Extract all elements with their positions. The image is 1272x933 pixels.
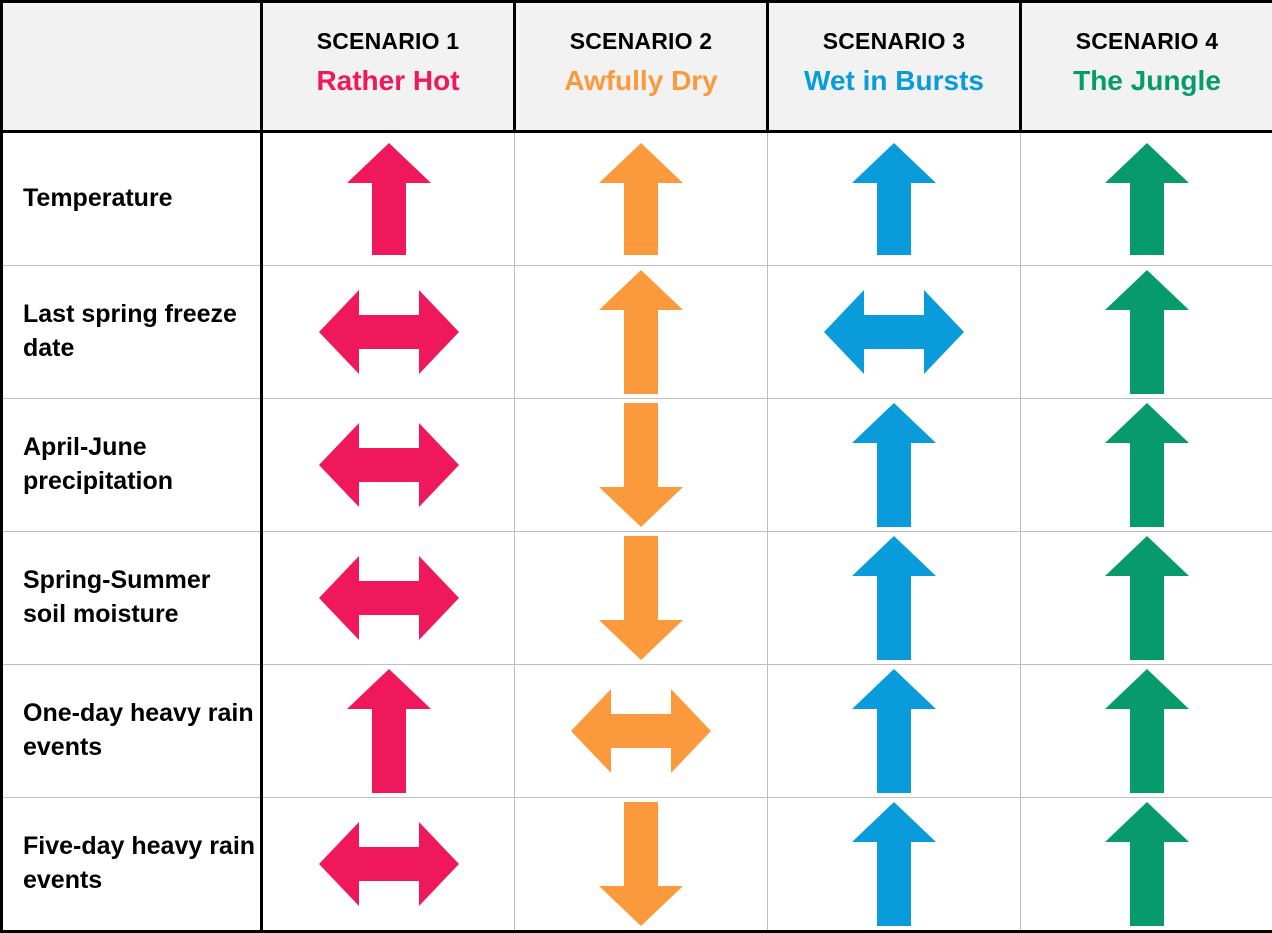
scenario-name-2: Awfully Dry (522, 60, 760, 102)
arrow-left-right-icon (263, 798, 514, 930)
corner-cell (2, 2, 262, 132)
scenario-comparison-table: SCENARIO 1 Rather Hot SCENARIO 2 Awfully… (0, 0, 1272, 933)
scenario-name-3: Wet in Bursts (775, 60, 1013, 102)
scenario-number-3: SCENARIO 3 (775, 25, 1013, 58)
cell-r1-c4 (1021, 132, 1272, 266)
cell-r2-c2 (515, 266, 768, 399)
arrow-up-icon (263, 665, 514, 797)
arrow-up-icon (1021, 665, 1272, 797)
cell-r6-c4 (1021, 798, 1272, 932)
arrow-up-icon (768, 532, 1020, 664)
arrow-up-icon (1021, 133, 1272, 265)
table-row: One-day heavy rain events (2, 665, 1272, 798)
arrow-up-icon (768, 399, 1020, 531)
arrow-down-icon (515, 532, 767, 664)
arrow-up-icon (768, 798, 1020, 930)
table-row: Spring-Summer soil moisture (2, 532, 1272, 665)
row-label-4: Spring-Summer soil moisture (2, 532, 262, 665)
cell-r4-c4 (1021, 532, 1272, 665)
table-body: TemperatureLast spring freeze dateApril-… (2, 132, 1272, 932)
row-label-2: Last spring freeze date (2, 266, 262, 399)
cell-r2-c3 (768, 266, 1021, 399)
header-row: SCENARIO 1 Rather Hot SCENARIO 2 Awfully… (2, 2, 1272, 132)
column-header-scenario-1: SCENARIO 1 Rather Hot (262, 2, 515, 132)
cell-r1-c2 (515, 132, 768, 266)
arrow-up-icon (515, 133, 767, 265)
cell-r6-c3 (768, 798, 1021, 932)
table-row: Five-day heavy rain events (2, 798, 1272, 932)
arrow-down-icon (515, 798, 767, 930)
arrow-up-icon (515, 266, 767, 398)
cell-r5-c2 (515, 665, 768, 798)
arrow-up-icon (263, 133, 514, 265)
arrow-up-icon (1021, 798, 1272, 930)
arrow-left-right-icon (263, 266, 514, 398)
row-label-5: One-day heavy rain events (2, 665, 262, 798)
cell-r3-c1 (262, 399, 515, 532)
table-header: SCENARIO 1 Rather Hot SCENARIO 2 Awfully… (2, 2, 1272, 132)
table-row: April-June precipitation (2, 399, 1272, 532)
scenario-name-4: The Jungle (1028, 60, 1266, 102)
table-row: Last spring freeze date (2, 266, 1272, 399)
cell-r2-c4 (1021, 266, 1272, 399)
arrow-up-icon (768, 665, 1020, 797)
scenario-name-1: Rather Hot (269, 60, 507, 102)
arrow-up-icon (1021, 532, 1272, 664)
cell-r6-c1 (262, 798, 515, 932)
column-header-scenario-3: SCENARIO 3 Wet in Bursts (768, 2, 1021, 132)
cell-r4-c1 (262, 532, 515, 665)
arrow-down-icon (515, 399, 767, 531)
scenario-number-1: SCENARIO 1 (269, 25, 507, 58)
arrow-left-right-icon (515, 665, 767, 797)
row-label-1: Temperature (2, 132, 262, 266)
arrow-left-right-icon (768, 266, 1020, 398)
arrow-up-icon (1021, 266, 1272, 398)
cell-r4-c3 (768, 532, 1021, 665)
cell-r6-c2 (515, 798, 768, 932)
arrow-up-icon (1021, 399, 1272, 531)
cell-r5-c4 (1021, 665, 1272, 798)
cell-r2-c1 (262, 266, 515, 399)
cell-r3-c3 (768, 399, 1021, 532)
cell-r1-c1 (262, 132, 515, 266)
arrow-left-right-icon (263, 399, 514, 531)
row-label-3: April-June precipitation (2, 399, 262, 532)
column-header-scenario-2: SCENARIO 2 Awfully Dry (515, 2, 768, 132)
cell-r3-c2 (515, 399, 768, 532)
row-label-6: Five-day heavy rain events (2, 798, 262, 932)
cell-r5-c1 (262, 665, 515, 798)
scenario-number-4: SCENARIO 4 (1028, 25, 1266, 58)
cell-r3-c4 (1021, 399, 1272, 532)
cell-r5-c3 (768, 665, 1021, 798)
cell-r4-c2 (515, 532, 768, 665)
cell-r1-c3 (768, 132, 1021, 266)
scenario-number-2: SCENARIO 2 (522, 25, 760, 58)
arrow-left-right-icon (263, 532, 514, 664)
table-row: Temperature (2, 132, 1272, 266)
column-header-scenario-4: SCENARIO 4 The Jungle (1021, 2, 1272, 132)
arrow-up-icon (768, 133, 1020, 265)
